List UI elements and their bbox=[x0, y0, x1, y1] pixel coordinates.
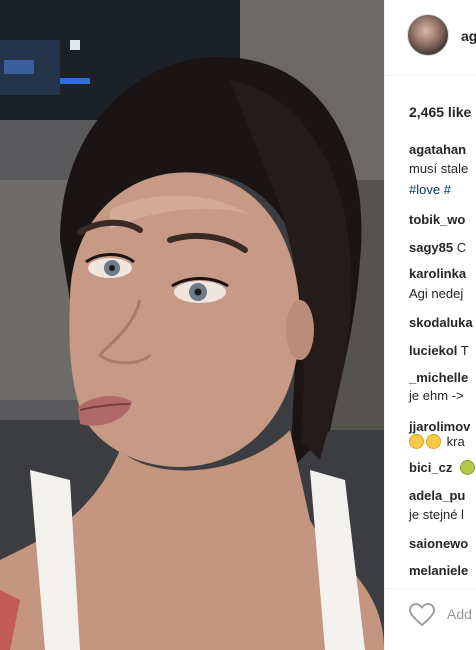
comment-username[interactable]: agatahan bbox=[409, 142, 466, 157]
comment-row: tobik_wo bbox=[409, 212, 465, 228]
comment-username[interactable]: sagy85 bbox=[409, 240, 453, 255]
heart-icon[interactable] bbox=[409, 603, 435, 630]
comment-row: bici_cz bbox=[409, 460, 476, 476]
comment-username[interactable]: skodaluka bbox=[409, 315, 473, 330]
post-header: ag bbox=[385, 0, 476, 76]
emoji-icon bbox=[426, 434, 441, 449]
username-link[interactable]: ag bbox=[461, 28, 476, 44]
comment-username[interactable]: jjarolimov bbox=[409, 419, 470, 434]
avatar[interactable] bbox=[407, 14, 449, 56]
comment-text: C bbox=[453, 240, 467, 255]
comment-text: Agi nedej bbox=[409, 286, 464, 301]
post-sidebar: ag 2,465 like agatahan musí stale #love … bbox=[384, 0, 476, 650]
comment-row: sagy85 C bbox=[409, 240, 466, 256]
comment-username[interactable]: melaniele bbox=[409, 563, 468, 578]
comment-text: musí stale bbox=[409, 161, 469, 176]
comment-username[interactable]: _michelle bbox=[409, 370, 468, 385]
comment-row: karolinka bbox=[409, 266, 466, 282]
emoji-icon bbox=[459, 460, 475, 475]
comment-username[interactable]: tobik_wo bbox=[409, 212, 465, 227]
comment-row: jjarolimov bbox=[409, 419, 470, 435]
comment-username[interactable]: bici_cz bbox=[409, 460, 452, 475]
add-comment-input[interactable]: Add bbox=[447, 606, 472, 622]
post-footer: Add bbox=[385, 588, 476, 650]
comment-row: saionewo bbox=[409, 536, 468, 552]
comment-row: agatahan bbox=[409, 142, 466, 158]
comment-row: luciekol T bbox=[409, 343, 469, 359]
comment-text-emoji: kra bbox=[409, 434, 465, 450]
selfie-illustration bbox=[0, 0, 384, 650]
comment-username[interactable]: saionewo bbox=[409, 536, 468, 551]
comment-row: melaniele bbox=[409, 563, 468, 579]
comment-text: T bbox=[457, 343, 469, 358]
emoji-icon bbox=[409, 434, 424, 449]
comment-text: je stejné l bbox=[409, 507, 464, 522]
comment-username[interactable]: luciekol bbox=[409, 343, 457, 358]
comment-username[interactable]: adela_pu bbox=[409, 488, 465, 503]
comment-row: adela_pu bbox=[409, 488, 465, 504]
comment-row: skodaluka bbox=[409, 315, 473, 331]
post-photo[interactable] bbox=[0, 0, 384, 650]
comment-username[interactable]: karolinka bbox=[409, 266, 466, 281]
comment-hashtags[interactable]: #love # bbox=[409, 182, 451, 198]
comment-row: _michelle bbox=[409, 370, 468, 386]
comment-text: kra bbox=[443, 434, 465, 449]
comment-text: je ehm -> bbox=[409, 388, 464, 403]
likes-count[interactable]: 2,465 like bbox=[409, 104, 471, 120]
